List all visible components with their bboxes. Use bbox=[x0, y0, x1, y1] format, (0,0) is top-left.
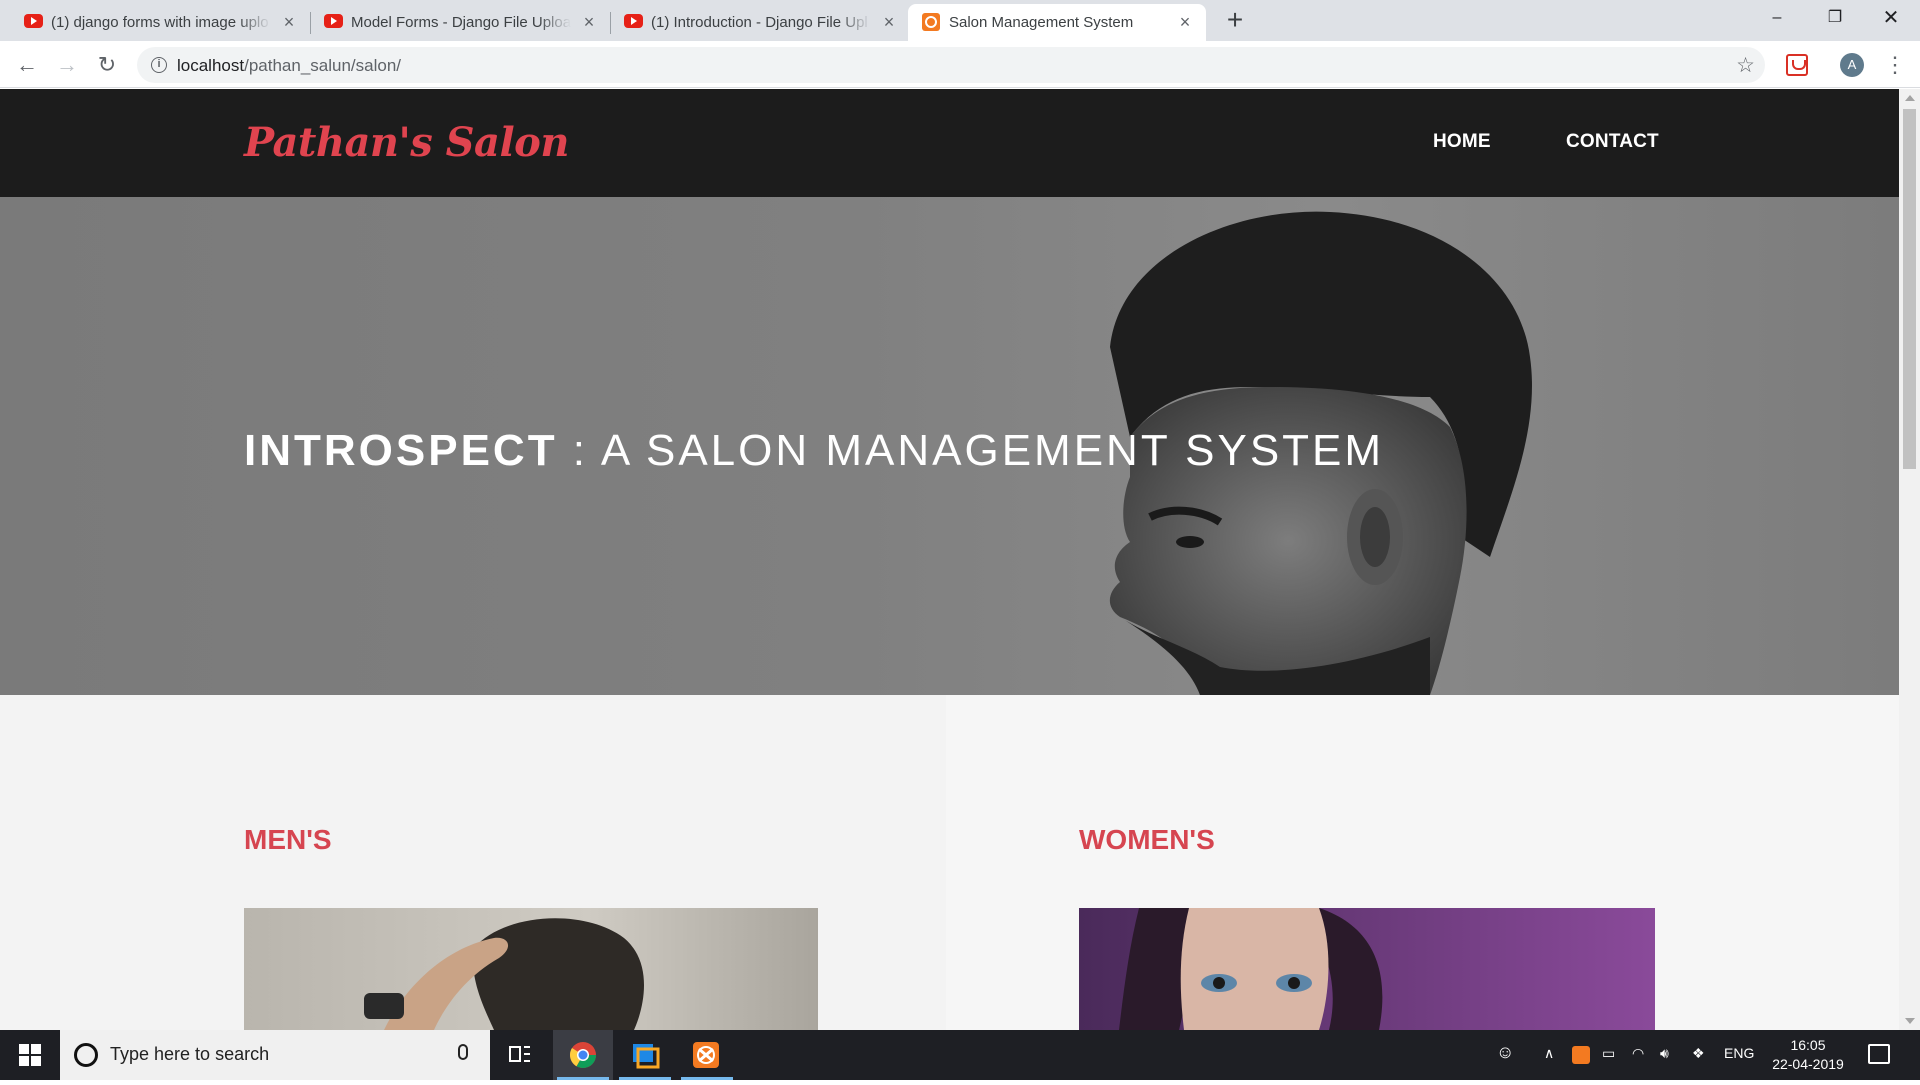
xampp-icon bbox=[922, 13, 940, 31]
minimize-window-button[interactable]: – bbox=[1748, 0, 1806, 36]
youtube-icon bbox=[324, 14, 343, 28]
windows-logo-icon bbox=[31, 1056, 41, 1066]
youtube-icon bbox=[624, 14, 643, 28]
close-tab-icon[interactable]: × bbox=[280, 13, 298, 31]
address-bar[interactable]: i localhost/pathan_salun/salon/ ☆ bbox=[137, 47, 1765, 83]
site-info-icon[interactable]: i bbox=[151, 57, 167, 73]
hero-title-bold: INTROSPECT bbox=[244, 426, 558, 475]
mens-section-title: MEN'S bbox=[244, 824, 332, 855]
action-center-icon[interactable] bbox=[1868, 1044, 1890, 1064]
bookmark-star-icon[interactable]: ☆ bbox=[1736, 53, 1755, 78]
back-button[interactable]: ← bbox=[12, 50, 42, 80]
browser-toolbar: ← → ↻ i localhost/pathan_salun/salon/ ☆ … bbox=[0, 41, 1920, 88]
battery-icon[interactable]: ▭ bbox=[1602, 1045, 1615, 1062]
start-button[interactable] bbox=[0, 1030, 60, 1080]
chrome-icon bbox=[569, 1042, 597, 1069]
page-scrollbar[interactable] bbox=[1899, 89, 1920, 1030]
womens-service-image[interactable] bbox=[1079, 908, 1655, 1030]
browser-tab-3[interactable]: (1) Introduction - Django File Upl × bbox=[610, 4, 910, 41]
close-tab-icon[interactable]: × bbox=[1176, 13, 1194, 31]
close-tab-icon[interactable]: × bbox=[880, 13, 898, 31]
microphone-icon[interactable] bbox=[458, 1044, 468, 1060]
taskbar-virtualbox[interactable] bbox=[615, 1030, 675, 1080]
womens-section-title: WOMEN'S bbox=[1079, 824, 1215, 855]
url-host: localhost bbox=[177, 56, 245, 75]
reload-button[interactable]: ↻ bbox=[92, 50, 122, 80]
wifi-icon[interactable]: ◠ bbox=[1632, 1045, 1644, 1062]
clock-time: 16:05 bbox=[1790, 1037, 1826, 1053]
people-icon[interactable]: ☺ bbox=[1496, 1042, 1514, 1063]
clock-date: 22-04-2019 bbox=[1772, 1056, 1844, 1072]
womens-model-image bbox=[1119, 908, 1383, 1030]
volume-icon[interactable]: 🔊︎ bbox=[1660, 1045, 1669, 1062]
scroll-up-arrow-icon[interactable] bbox=[1905, 95, 1915, 101]
page-viewport: Pathan's Salon HOME CONTACT INTROSPECT:… bbox=[0, 89, 1899, 1030]
mens-model-image bbox=[364, 918, 644, 1030]
search-placeholder: Type here to search bbox=[110, 1044, 270, 1064]
browser-tab-active[interactable]: Salon Management System × bbox=[908, 4, 1206, 41]
xampp-icon bbox=[693, 1042, 719, 1068]
xampp-tray-icon[interactable] bbox=[1572, 1046, 1590, 1064]
browser-tab-2[interactable]: Model Forms - Django File Uploa × bbox=[310, 4, 610, 41]
taskbar-xampp[interactable] bbox=[677, 1030, 737, 1080]
scroll-down-arrow-icon[interactable] bbox=[1905, 1018, 1915, 1024]
hero-title-rest: : A SALON MANAGEMENT SYSTEM bbox=[557, 426, 1385, 475]
pocket-extension-icon[interactable] bbox=[1786, 54, 1808, 76]
youtube-icon bbox=[24, 14, 43, 28]
scrollbar-thumb[interactable] bbox=[1903, 109, 1916, 469]
tab-title: (1) Introduction - Django File Upl bbox=[651, 14, 868, 31]
task-view-icon bbox=[509, 1046, 530, 1062]
tab-title: Model Forms - Django File Uploa bbox=[351, 14, 571, 31]
restore-window-button[interactable]: ❐ bbox=[1806, 0, 1864, 36]
close-window-button[interactable]: ✕ bbox=[1862, 0, 1920, 36]
taskbar-search-box[interactable]: Type here to search bbox=[60, 1030, 490, 1080]
clock[interactable]: 16:05 22-04-2019 bbox=[1768, 1036, 1848, 1074]
cortana-icon bbox=[74, 1043, 98, 1067]
show-hidden-icons-chevron-icon[interactable]: ∧ bbox=[1544, 1045, 1554, 1062]
virtualbox-icon bbox=[633, 1044, 660, 1069]
browser-tabstrip: (1) django forms with image uplo × Model… bbox=[0, 0, 1920, 41]
profile-avatar[interactable]: A bbox=[1840, 53, 1864, 77]
task-view-button[interactable] bbox=[490, 1030, 550, 1080]
close-tab-icon[interactable]: × bbox=[580, 13, 598, 31]
dropbox-icon[interactable]: ❖ bbox=[1692, 1045, 1705, 1062]
browser-menu-icon[interactable]: ⋮ bbox=[1884, 50, 1906, 80]
tab-title: Salon Management System bbox=[949, 14, 1134, 31]
url-path: /pathan_salun/salon/ bbox=[244, 56, 402, 75]
site-header: Pathan's Salon HOME CONTACT bbox=[0, 89, 1899, 197]
hero-title: INTROSPECT : A SALON MANAGEMENT SYSTEM bbox=[244, 426, 1384, 476]
windows-taskbar: Type here to search ☺ ∧ ▭ ◠ 🔊︎ ❖ ENG 16:… bbox=[0, 1030, 1920, 1080]
browser-tab-1[interactable]: (1) django forms with image uplo × bbox=[10, 4, 310, 41]
windows-logo-icon bbox=[31, 1044, 41, 1054]
taskbar-chrome[interactable] bbox=[553, 1030, 613, 1080]
nav-home-link[interactable]: HOME bbox=[1433, 131, 1491, 153]
language-indicator[interactable]: ENG bbox=[1724, 1045, 1754, 1061]
nav-contact-link[interactable]: CONTACT bbox=[1566, 131, 1659, 153]
new-tab-button[interactable]: + bbox=[1221, 6, 1249, 34]
windows-logo-icon bbox=[19, 1056, 29, 1066]
tab-title: (1) django forms with image uplo bbox=[51, 14, 269, 31]
hero-banner: INTROSPECT : A SALON MANAGEMENT SYSTEM bbox=[0, 197, 1899, 695]
forward-button[interactable]: → bbox=[52, 50, 82, 80]
url-text[interactable]: localhost/pathan_salun/salon/ bbox=[177, 56, 401, 76]
mens-service-image[interactable] bbox=[244, 908, 818, 1030]
site-logo[interactable]: Pathan's Salon bbox=[244, 119, 569, 166]
windows-logo-icon bbox=[19, 1044, 29, 1054]
